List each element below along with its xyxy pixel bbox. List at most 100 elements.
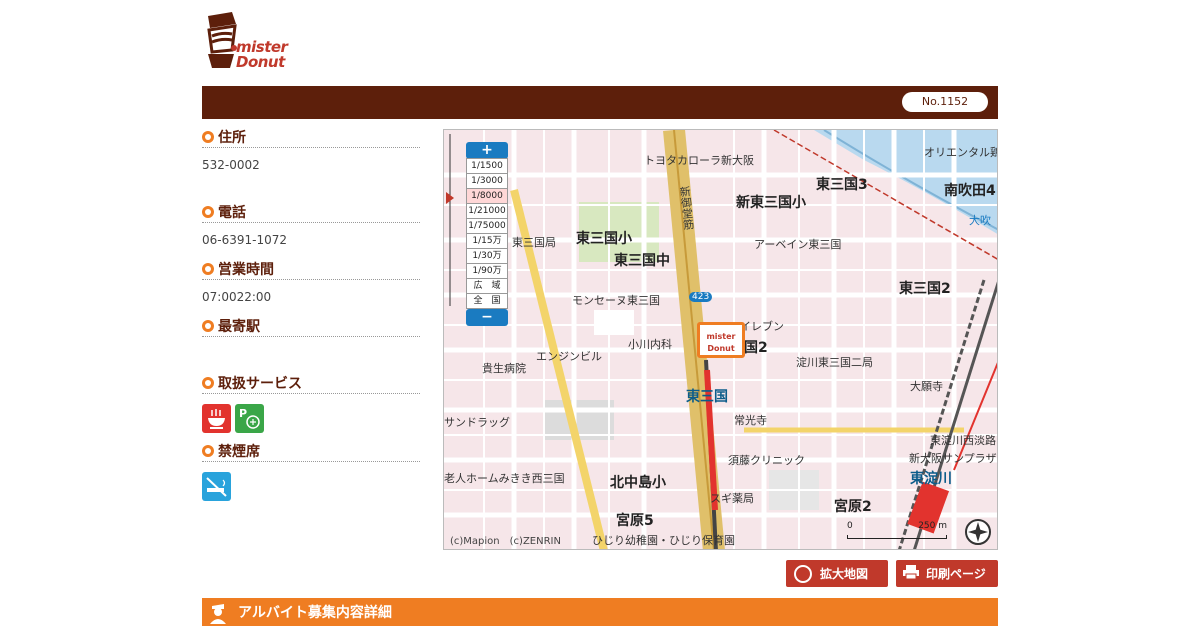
store-header-bar: No.1152 [202,86,998,119]
bullet-icon [202,444,214,457]
services-label: 取扱サービス [218,375,302,392]
enlarge-map-button[interactable]: 拡大地図 [786,560,888,587]
map-label-higashiyodogawa-nishiawaji: 東淀川西淡路 [930,434,996,447]
station-label: 最寄駅 [218,318,260,335]
zoom-scale-90man[interactable]: 1/90万 [466,263,508,279]
parking-icon: P [235,404,264,433]
hours-heading: 営業時間 [202,260,420,280]
map-label-higashimikuni3: 東三国3 [816,177,868,193]
shop-marker-line-1: mister [706,332,736,341]
map-label-ogawa-clinic: 小川内科 [628,338,672,351]
station-section: 最寄駅 [202,317,420,337]
address-label: 住所 [218,129,246,146]
svg-text:P: P [239,407,247,420]
map-label-eleven: イレブン [740,320,784,333]
map-label-shinhigashimikuni-school: 新東三国小 [736,195,806,211]
zoom-scale-75000[interactable]: 1/75000 [466,218,508,234]
bullet-icon [202,262,214,275]
logo-line-2: Donut [236,53,285,71]
map-label-post-office: 東三国局 [512,236,556,249]
zoom-scale-15man[interactable]: 1/15万 [466,233,508,249]
map-label-sudo-clinic: 須藤クリニック [728,454,805,467]
map-label-urban-higashimikuni: アーベイン東三国 [754,238,842,251]
noodle-bowl-icon [202,404,231,433]
scale-zero: 0 [847,521,853,531]
route-423-shield: 423 [689,292,713,302]
zoom-scale-wide[interactable]: 広 域 [466,278,508,294]
zoom-control: + 1/1500 1/3000 1/8000 1/21000 1/75000 1… [466,142,508,326]
hours-label: 営業時間 [218,261,274,278]
address-heading: 住所 [202,128,420,148]
zoom-slider-rail[interactable] [444,130,456,310]
bullet-icon [202,130,214,143]
store-map[interactable]: + 1/1500 1/3000 1/8000 1/21000 1/75000 1… [443,129,998,550]
station-heading: 最寄駅 [202,317,420,337]
map-label-river: 大吹 [969,214,991,227]
map-label-higashiyodogawa-station[interactable]: 東淀川 [910,468,952,488]
phone-section: 電話 06-6391-1072 [202,203,420,247]
services-heading: 取扱サービス [202,374,420,394]
print-page-label: 印刷ページ [926,567,986,581]
bullet-icon [202,376,214,389]
map-label-miyahara5: 宮原5 [616,513,654,529]
logo-wordmark: mister Donut [236,40,288,71]
map-label-sun-drug: サンドラッグ [444,416,510,429]
map-label-toyota: トヨタカローラ新大阪 [644,154,754,167]
map-scale-bar: 0 250 m [847,521,947,539]
enlarge-map-label: 拡大地図 [820,567,869,581]
magnifier-icon [794,564,812,583]
map-label-kitanakajima-school: 北中島小 [610,475,666,491]
address-section: 住所 532-0002 [202,128,420,172]
map-label-yodogawa-post: 淀川東三国二局 [796,356,873,369]
map-label-hijiri-kindergarten: ひじり幼稚園・ひじり保育園 [592,534,735,547]
map-label-shin-osaka-sunplaza: 新大阪サンプラザ [909,452,997,465]
zoom-scale-1500[interactable]: 1/1500 [466,158,508,174]
printer-icon [902,564,920,583]
zoom-scale-21000[interactable]: 1/21000 [466,203,508,219]
map-label-higashimikuni2: 東三国2 [899,281,951,297]
shop-location-marker[interactable]: mister Donut [697,322,745,358]
bullet-icon [202,319,214,332]
nonsmoking-label: 禁煙席 [218,443,260,460]
map-label-daiganji: 大願寺 [910,380,943,393]
donut-cup-icon [207,12,237,68]
phone-label: 電話 [218,204,246,221]
map-copyright: (c)Mapion (c)ZENRIN [450,536,561,547]
print-page-button[interactable]: 印刷ページ [896,560,998,587]
mister-donut-logo[interactable]: mister Donut [204,10,308,74]
zoom-scale-30man[interactable]: 1/30万 [466,248,508,264]
zoom-out-button[interactable]: − [466,309,508,326]
zoom-scale-3000[interactable]: 1/3000 [466,173,508,189]
map-label-higashimikuni-station[interactable]: 東三国 [686,386,728,406]
compass-icon [965,519,991,545]
no-smoking-icon [202,472,231,501]
address-value: 532-0002 [202,158,260,172]
hours-section: 営業時間 07:0022:00 [202,260,420,304]
hours-value: 07:0022:00 [202,290,272,304]
bullet-icon [202,205,214,218]
zoom-scale-8000[interactable]: 1/8000 [466,188,508,204]
services-section: 取扱サービス P [202,374,420,433]
staff-person-icon [206,600,230,624]
shop-marker-line-2: Donut [707,344,735,353]
map-label-monseine: モンセーヌ東三国 [572,294,660,307]
phone-value[interactable]: 06-6391-1072 [202,233,420,247]
zoom-in-button[interactable]: + [466,142,508,159]
nonsmoking-icons [202,472,420,501]
map-label-jokoji: 常光寺 [734,414,767,427]
map-label-higashimikuni-school: 東三国小 [576,231,632,247]
phone-heading: 電話 [202,203,420,223]
map-label-higashimikuni-jhs: 東三国中 [614,253,670,269]
recruit-title: アルバイト募集内容詳細 [238,605,392,621]
map-label-nursing-home: 老人ホームみきき西三国 [444,472,565,485]
nonsmoking-section: 禁煙席 [202,442,420,501]
scale-distance: 250 m [918,521,947,531]
zoom-scale-national[interactable]: 全 国 [466,293,508,309]
store-number-badge: No.1152 [902,92,988,112]
map-label-miyahara2: 宮原2 [834,499,872,515]
map-label-kisei-hospital: 貴生病院 [482,362,526,375]
map-label-minamisuita4: 南吹田4 [944,183,996,199]
recruit-section-bar[interactable]: アルバイト募集内容詳細 [202,598,998,626]
map-label-ku2: 国2 [744,340,768,356]
map-label-engine-building: エンジンビル [536,350,602,363]
